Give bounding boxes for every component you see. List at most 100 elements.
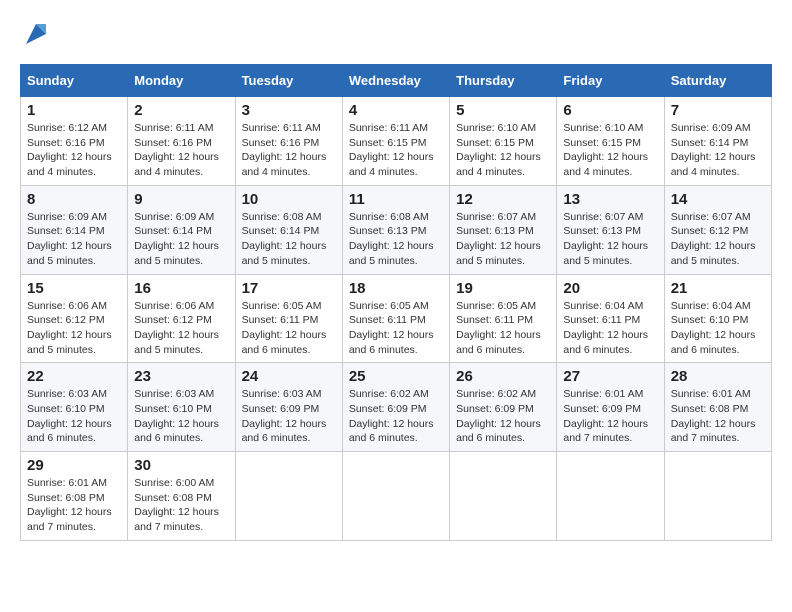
- calendar-day-2: 2 Sunrise: 6:11 AMSunset: 6:16 PMDaylight…: [128, 97, 235, 186]
- day-info: Sunrise: 6:01 AMSunset: 6:09 PMDaylight:…: [563, 387, 657, 446]
- logo: [20, 20, 50, 54]
- day-number: 6: [563, 102, 657, 119]
- calendar-day-19: 19 Sunrise: 6:05 AMSunset: 6:11 PMDayligh…: [450, 274, 557, 363]
- day-number: 26: [456, 368, 550, 385]
- day-info: Sunrise: 6:08 AMSunset: 6:13 PMDaylight:…: [349, 210, 443, 269]
- day-number: 21: [671, 280, 765, 297]
- weekday-header-saturday: Saturday: [664, 65, 771, 97]
- day-info: Sunrise: 6:02 AMSunset: 6:09 PMDaylight:…: [456, 387, 550, 446]
- calendar-day-17: 17 Sunrise: 6:05 AMSunset: 6:11 PMDayligh…: [235, 274, 342, 363]
- day-number: 9: [134, 191, 228, 208]
- weekday-header-thursday: Thursday: [450, 65, 557, 97]
- day-info: Sunrise: 6:06 AMSunset: 6:12 PMDaylight:…: [27, 299, 121, 358]
- calendar-day-18: 18Sunrise: 6:05 AMSunset: 6:11 PMDayligh…: [342, 274, 449, 363]
- calendar-day-9: 9 Sunrise: 6:09 AMSunset: 6:14 PMDaylight…: [128, 185, 235, 274]
- logo-text: [20, 20, 50, 54]
- day-number: 14: [671, 191, 765, 208]
- calendar-day-20: 20 Sunrise: 6:04 AMSunset: 6:11 PMDayligh…: [557, 274, 664, 363]
- day-info: Sunrise: 6:10 AMSunset: 6:15 PMDaylight:…: [563, 121, 657, 180]
- calendar-day-24: 24 Sunrise: 6:03 AMSunset: 6:09 PMDayligh…: [235, 363, 342, 452]
- day-info: Sunrise: 6:00 AMSunset: 6:08 PMDaylight:…: [134, 476, 228, 535]
- day-number: 27: [563, 368, 657, 385]
- calendar-week-2: 8 Sunrise: 6:09 AMSunset: 6:14 PMDaylight…: [21, 185, 772, 274]
- calendar-day-23: 23 Sunrise: 6:03 AMSunset: 6:10 PMDayligh…: [128, 363, 235, 452]
- calendar-day-30: 30 Sunrise: 6:00 AMSunset: 6:08 PMDayligh…: [128, 452, 235, 541]
- calendar-day-27: 27 Sunrise: 6:01 AMSunset: 6:09 PMDayligh…: [557, 363, 664, 452]
- day-number: 15: [27, 280, 121, 297]
- day-info: Sunrise: 6:04 AMSunset: 6:10 PMDaylight:…: [671, 299, 765, 358]
- day-info: Sunrise: 6:01 AMSunset: 6:08 PMDaylight:…: [671, 387, 765, 446]
- calendar-week-1: 1Sunrise: 6:12 AMSunset: 6:16 PMDaylight…: [21, 97, 772, 186]
- calendar-day-22: 22Sunrise: 6:03 AMSunset: 6:10 PMDayligh…: [21, 363, 128, 452]
- calendar-day-3: 3 Sunrise: 6:11 AMSunset: 6:16 PMDaylight…: [235, 97, 342, 186]
- empty-cell: [450, 452, 557, 541]
- day-number: 2: [134, 102, 228, 119]
- calendar-day-7: 7 Sunrise: 6:09 AMSunset: 6:14 PMDaylight…: [664, 97, 771, 186]
- calendar-day-16: 16Sunrise: 6:06 AMSunset: 6:12 PMDayligh…: [128, 274, 235, 363]
- calendar-week-4: 22Sunrise: 6:03 AMSunset: 6:10 PMDayligh…: [21, 363, 772, 452]
- day-number: 12: [456, 191, 550, 208]
- calendar-day-10: 10 Sunrise: 6:08 AMSunset: 6:14 PMDayligh…: [235, 185, 342, 274]
- calendar-day-12: 12 Sunrise: 6:07 AMSunset: 6:13 PMDayligh…: [450, 185, 557, 274]
- calendar-day-11: 11 Sunrise: 6:08 AMSunset: 6:13 PMDayligh…: [342, 185, 449, 274]
- day-number: 24: [242, 368, 336, 385]
- day-number: 1: [27, 102, 121, 119]
- day-number: 28: [671, 368, 765, 385]
- calendar-day-6: 6 Sunrise: 6:10 AMSunset: 6:15 PMDaylight…: [557, 97, 664, 186]
- calendar-day-4: 4Sunrise: 6:11 AMSunset: 6:15 PMDaylight…: [342, 97, 449, 186]
- weekday-header-friday: Friday: [557, 65, 664, 97]
- day-info: Sunrise: 6:11 AMSunset: 6:16 PMDaylight:…: [242, 121, 336, 180]
- calendar-week-3: 15 Sunrise: 6:06 AMSunset: 6:12 PMDayligh…: [21, 274, 772, 363]
- day-number: 19: [456, 280, 550, 297]
- day-number: 25: [349, 368, 443, 385]
- day-number: 30: [134, 457, 228, 474]
- page-header: [20, 20, 772, 54]
- day-number: 7: [671, 102, 765, 119]
- calendar-day-15: 15 Sunrise: 6:06 AMSunset: 6:12 PMDayligh…: [21, 274, 128, 363]
- empty-cell: [235, 452, 342, 541]
- calendar-week-5: 29 Sunrise: 6:01 AMSunset: 6:08 PMDayligh…: [21, 452, 772, 541]
- day-number: 13: [563, 191, 657, 208]
- day-info: Sunrise: 6:04 AMSunset: 6:11 PMDaylight:…: [563, 299, 657, 358]
- day-info: Sunrise: 6:03 AMSunset: 6:10 PMDaylight:…: [27, 387, 121, 446]
- empty-cell: [557, 452, 664, 541]
- calendar-table: SundayMondayTuesdayWednesdayThursdayFrid…: [20, 64, 772, 541]
- day-info: Sunrise: 6:11 AMSunset: 6:16 PMDaylight:…: [134, 121, 228, 180]
- day-number: 3: [242, 102, 336, 119]
- day-number: 20: [563, 280, 657, 297]
- day-info: Sunrise: 6:06 AMSunset: 6:12 PMDaylight:…: [134, 299, 228, 358]
- calendar-day-21: 21 Sunrise: 6:04 AMSunset: 6:10 PMDayligh…: [664, 274, 771, 363]
- day-info: Sunrise: 6:02 AMSunset: 6:09 PMDaylight:…: [349, 387, 443, 446]
- calendar-day-29: 29 Sunrise: 6:01 AMSunset: 6:08 PMDayligh…: [21, 452, 128, 541]
- day-info: Sunrise: 6:05 AMSunset: 6:11 PMDaylight:…: [456, 299, 550, 358]
- day-info: Sunrise: 6:03 AMSunset: 6:09 PMDaylight:…: [242, 387, 336, 446]
- calendar-day-14: 14 Sunrise: 6:07 AMSunset: 6:12 PMDayligh…: [664, 185, 771, 274]
- day-number: 8: [27, 191, 121, 208]
- calendar-day-25: 25 Sunrise: 6:02 AMSunset: 6:09 PMDayligh…: [342, 363, 449, 452]
- day-number: 10: [242, 191, 336, 208]
- day-info: Sunrise: 6:09 AMSunset: 6:14 PMDaylight:…: [134, 210, 228, 269]
- day-info: Sunrise: 6:10 AMSunset: 6:15 PMDaylight:…: [456, 121, 550, 180]
- day-number: 11: [349, 191, 443, 208]
- day-number: 17: [242, 280, 336, 297]
- day-info: Sunrise: 6:11 AMSunset: 6:15 PMDaylight:…: [349, 121, 443, 180]
- day-number: 18: [349, 280, 443, 297]
- day-info: Sunrise: 6:01 AMSunset: 6:08 PMDaylight:…: [27, 476, 121, 535]
- calendar-day-26: 26 Sunrise: 6:02 AMSunset: 6:09 PMDayligh…: [450, 363, 557, 452]
- calendar-header: SundayMondayTuesdayWednesdayThursdayFrid…: [21, 65, 772, 97]
- day-info: Sunrise: 6:08 AMSunset: 6:14 PMDaylight:…: [242, 210, 336, 269]
- calendar-day-8: 8Sunrise: 6:09 AMSunset: 6:14 PMDaylight…: [21, 185, 128, 274]
- calendar-day-5: 5Sunrise: 6:10 AMSunset: 6:15 PMDaylight…: [450, 97, 557, 186]
- calendar-day-1: 1Sunrise: 6:12 AMSunset: 6:16 PMDaylight…: [21, 97, 128, 186]
- day-info: Sunrise: 6:07 AMSunset: 6:13 PMDaylight:…: [456, 210, 550, 269]
- weekday-header-tuesday: Tuesday: [235, 65, 342, 97]
- weekday-header-sunday: Sunday: [21, 65, 128, 97]
- day-info: Sunrise: 6:09 AMSunset: 6:14 PMDaylight:…: [671, 121, 765, 180]
- day-info: Sunrise: 6:07 AMSunset: 6:12 PMDaylight:…: [671, 210, 765, 269]
- day-number: 23: [134, 368, 228, 385]
- day-number: 29: [27, 457, 121, 474]
- day-info: Sunrise: 6:05 AMSunset: 6:11 PMDaylight:…: [242, 299, 336, 358]
- empty-cell: [342, 452, 449, 541]
- weekday-header-monday: Monday: [128, 65, 235, 97]
- day-info: Sunrise: 6:03 AMSunset: 6:10 PMDaylight:…: [134, 387, 228, 446]
